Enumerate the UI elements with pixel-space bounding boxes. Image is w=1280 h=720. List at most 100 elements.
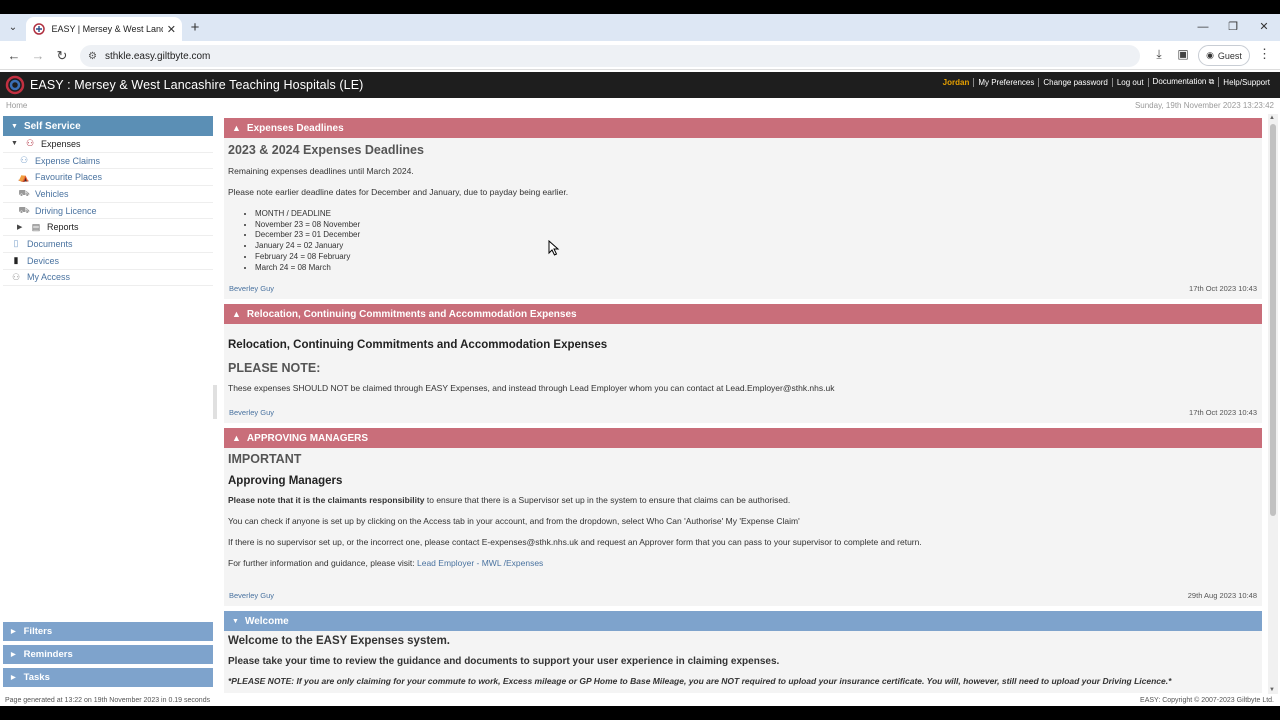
reminders-panel[interactable]: ▶ Reminders xyxy=(3,645,213,664)
side-panel-icon[interactable]: ▣ xyxy=(1174,47,1192,61)
author-link[interactable]: Beverley Guy xyxy=(229,591,274,600)
change-password-link[interactable]: Change password xyxy=(1039,77,1113,87)
lead-employer-link[interactable]: Lead Employer - MWL /Expenses xyxy=(417,558,543,568)
sidebar-item-vehicles[interactable]: ⛟ Vehicles xyxy=(3,186,213,203)
sidebar-item-my-access[interactable]: ⚇ My Access xyxy=(3,270,213,287)
new-tab-icon[interactable]: + xyxy=(188,19,202,36)
notice-paragraph: *PLEASE NOTE: If you are only claiming f… xyxy=(228,676,1172,686)
expand-caret-icon: ▶ xyxy=(11,629,16,635)
notice-header-approving-managers[interactable]: ▲ APPROVING MANAGERS xyxy=(224,428,1262,448)
notice-heading: 2023 & 2024 Expenses Deadlines xyxy=(228,143,424,157)
breadcrumb-home[interactable]: Home xyxy=(6,101,27,110)
filters-panel[interactable]: ▶ Filters xyxy=(3,622,213,641)
sidebar-item-favourite-places[interactable]: ⛺ Favourite Places xyxy=(3,169,213,187)
guest-profile-button[interactable]: ◉ Guest xyxy=(1198,45,1250,66)
profile-icon: ◉ xyxy=(1206,50,1214,60)
documentation-link[interactable]: Documentation ⧉ xyxy=(1149,77,1220,87)
notice-subheading: PLEASE NOTE: xyxy=(228,361,321,375)
mouse-cursor-icon xyxy=(548,240,560,256)
collapse-caret-icon: ▼ xyxy=(232,617,239,625)
notice-paragraph: Please note earlier deadline dates for D… xyxy=(228,187,569,197)
scrollbar-thumb[interactable] xyxy=(1270,124,1276,516)
tasks-panel[interactable]: ▶ Tasks xyxy=(3,668,213,687)
tab-close-icon[interactable]: ✕ xyxy=(167,23,176,36)
breadcrumb-row: Home Sunday, 19th November 2023 13:23:42 xyxy=(0,99,1280,112)
top-links: Jordan My Preferences Change password Lo… xyxy=(939,72,1274,92)
browser-menu-icon[interactable]: ⋮ xyxy=(1258,46,1271,62)
sidebar-item-expenses[interactable]: ▼ ⚇ Expenses xyxy=(3,136,213,153)
author-link[interactable]: Beverley Guy xyxy=(229,284,274,293)
list-item: February 24 = 08 February xyxy=(255,252,1258,263)
vehicle-icon: ⛟ xyxy=(18,187,30,198)
notice-paragraph: For further information and guidance, pl… xyxy=(228,558,544,568)
minimize-icon[interactable]: — xyxy=(1188,14,1218,40)
expenses-icon: ⚇ xyxy=(25,138,35,149)
pane-splitter[interactable] xyxy=(213,385,217,419)
forward-arrow-icon[interactable]: → xyxy=(28,46,48,66)
warning-icon: ▲ xyxy=(232,433,241,443)
tab-search-icon[interactable]: ⌄ xyxy=(4,19,22,37)
notice-meta: Beverley Guy 17th Oct 2023 10:43 xyxy=(228,408,1258,417)
sidebar: ▼ Self Service ▼ ⚇ Expenses ⚇ Expense Cl… xyxy=(3,116,213,692)
my-preferences-link[interactable]: My Preferences xyxy=(974,77,1040,87)
download-icon[interactable]: ⤓ xyxy=(1150,47,1168,62)
notice-body-relocation: Relocation, Continuing Commitments and A… xyxy=(224,324,1262,423)
sidebar-item-documents[interactable]: ▯ Documents xyxy=(3,236,213,253)
reload-icon[interactable]: ↻ xyxy=(52,46,72,66)
scroll-up-icon[interactable]: ▲ xyxy=(1269,115,1275,121)
status-bar: Page generated at 13:22 on 19th November… xyxy=(0,696,1280,706)
tab-title: EASY | Mersey & West Lancashire xyxy=(51,24,162,34)
expand-caret-icon: ▶ xyxy=(11,652,16,658)
window-close-icon[interactable]: ✕ xyxy=(1249,14,1279,40)
restore-icon[interactable]: ❐ xyxy=(1218,14,1248,40)
notice-subheading: IMPORTANT xyxy=(228,452,302,466)
address-bar: ← → ↻ ⚙ sthkle.easy.giltbyte.com ⤓ ▣ ◉ G… xyxy=(0,41,1280,70)
sidebar-item-driving-licence[interactable]: ⛟ Driving Licence xyxy=(3,203,213,220)
screen-bottom-edge xyxy=(0,706,1280,720)
notice-header-welcome[interactable]: ▼ Welcome xyxy=(224,611,1262,631)
warning-icon: ▲ xyxy=(232,309,241,319)
sidebar-item-devices[interactable]: ▮ Devices xyxy=(3,253,213,270)
user-name-link[interactable]: Jordan xyxy=(939,77,975,87)
page-scrollbar[interactable]: ▲ ▼ xyxy=(1268,114,1278,694)
collapse-caret-icon: ▼ xyxy=(11,122,18,130)
notice-meta: Beverley Guy 17th Oct 2023 10:43 xyxy=(228,284,1258,293)
warning-icon: ▲ xyxy=(232,123,241,133)
url-text: sthkle.easy.giltbyte.com xyxy=(104,50,211,62)
author-link[interactable]: Beverley Guy xyxy=(229,408,274,417)
scroll-down-icon[interactable]: ▼ xyxy=(1269,687,1275,693)
notice-paragraph: If there is no supervisor set up, or the… xyxy=(228,537,922,547)
site-info-icon[interactable]: ⚙ xyxy=(88,51,97,62)
guest-label: Guest xyxy=(1217,50,1242,61)
sidebar-item-reports[interactable]: ▶ ▤ Reports xyxy=(3,219,213,237)
notice-body-deadlines: 2023 & 2024 Expenses Deadlines Remaining… xyxy=(224,138,1262,299)
notice-header-deadlines[interactable]: ▲ Expenses Deadlines xyxy=(224,118,1262,138)
expand-caret-icon[interactable]: ▼ xyxy=(11,140,23,147)
device-icon: ▮ xyxy=(13,255,19,266)
current-date: Sunday, 19th November 2023 13:23:42 xyxy=(1134,101,1274,110)
list-item: March 24 = 08 March xyxy=(255,263,1258,274)
document-icon: ▯ xyxy=(13,238,19,249)
back-arrow-icon[interactable]: ← xyxy=(4,46,24,66)
main-content: ▲ Expenses Deadlines 2023 & 2024 Expense… xyxy=(224,118,1262,693)
log-out-link[interactable]: Log out xyxy=(1113,77,1149,87)
app-title: EASY : Mersey & West Lancashire Teaching… xyxy=(30,78,364,92)
omnibox[interactable]: ⚙ sthkle.easy.giltbyte.com xyxy=(80,45,1140,67)
timestamp: 17th Oct 2023 10:43 xyxy=(1189,284,1257,293)
notice-heading: Relocation, Continuing Commitments and A… xyxy=(228,339,608,351)
sidebar-item-expense-claims[interactable]: ⚇ Expense Claims xyxy=(3,153,213,170)
timestamp: 29th Aug 2023 10:48 xyxy=(1187,591,1257,600)
help-support-link[interactable]: Help/Support xyxy=(1219,78,1274,87)
app-header: EASY : Mersey & West Lancashire Teaching… xyxy=(0,72,1280,98)
claims-icon: ⚇ xyxy=(19,155,29,166)
browser-tab-strip: ⌄ EASY | Mersey & West Lancashire ✕ + xyxy=(0,14,1280,41)
self-service-header[interactable]: ▼ Self Service xyxy=(3,116,213,136)
notice-meta: Beverley Guy 29th Aug 2023 10:48 xyxy=(228,591,1258,600)
easy-logo-icon xyxy=(4,74,26,96)
browser-tab[interactable]: EASY | Mersey & West Lancashire ✕ xyxy=(26,17,182,41)
notice-header-relocation[interactable]: ▲ Relocation, Continuing Commitments and… xyxy=(224,304,1262,324)
expand-caret-icon[interactable]: ▶ xyxy=(17,223,29,231)
notice-paragraph: These expenses SHOULD NOT be claimed thr… xyxy=(228,383,835,393)
list-item: MONTH / DEADLINE xyxy=(255,209,1258,220)
sidebar-bottom-panels: ▶ Filters ▶ Reminders ▶ Tasks xyxy=(3,622,213,691)
